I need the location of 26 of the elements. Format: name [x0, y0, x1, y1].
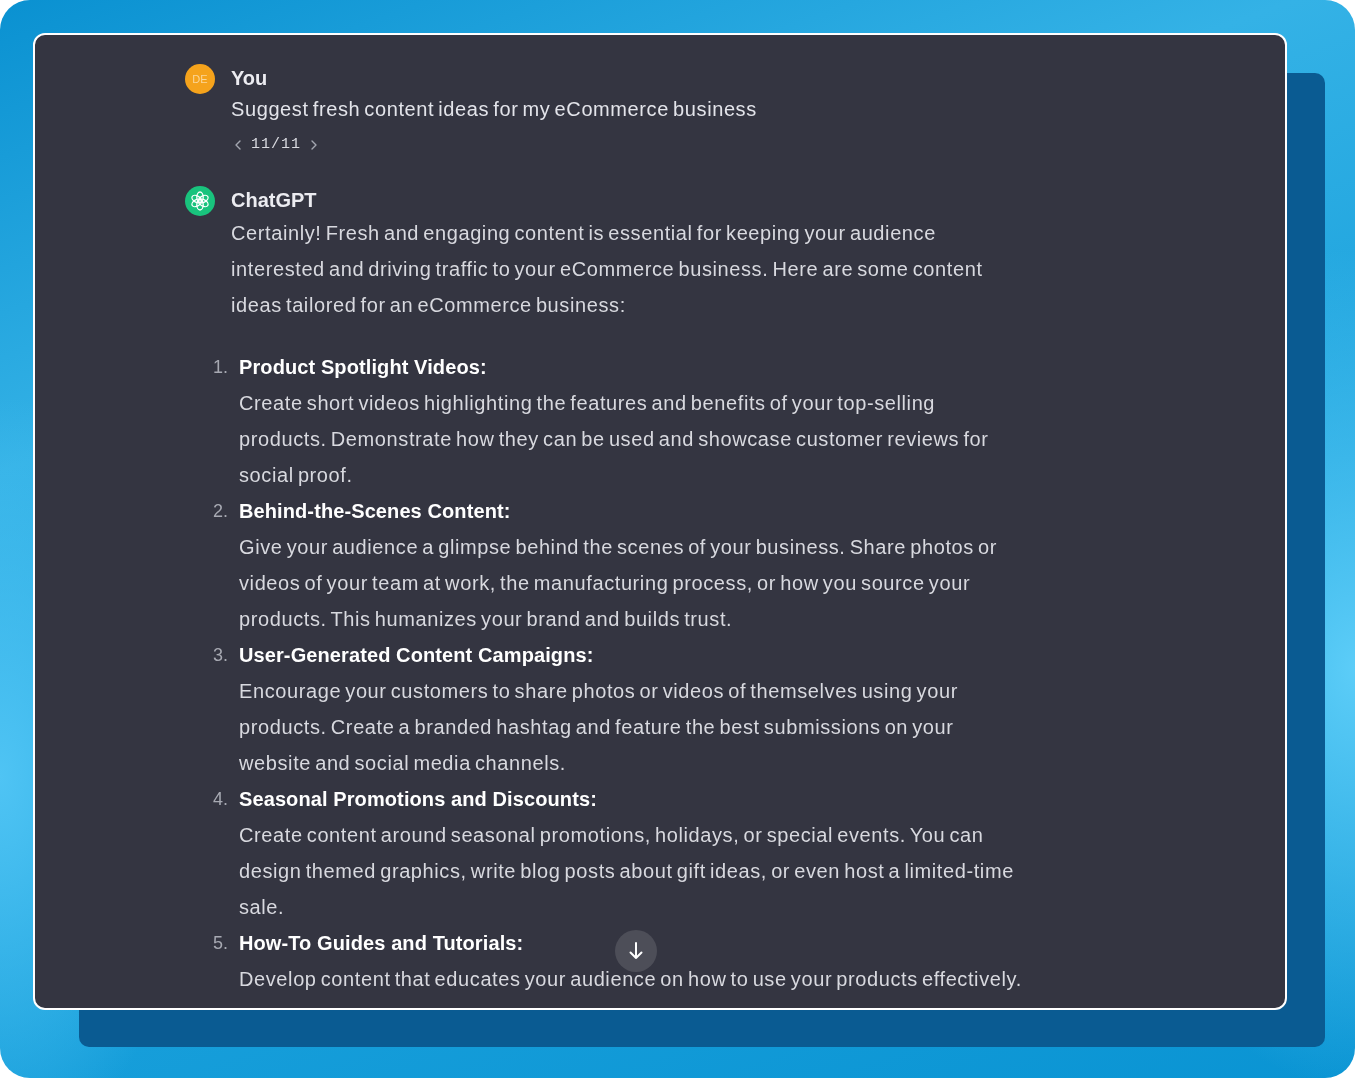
list-number: 2.: [212, 500, 229, 523]
response-paragraph: Certainly! Fresh and engaging content is essential for keeping your audience interested and driving traffic to your eCommerce business. Here are some content ideas tailored for an eCommerce business:: [231, 221, 984, 318]
list-number: 5.: [212, 932, 229, 955]
idea-title: Behind-the-Scenes Content:: [239, 499, 511, 524]
page-counter: 11/11: [251, 136, 301, 154]
scroll-down-button[interactable]: [615, 930, 657, 972]
chevron-left-icon: [235, 140, 241, 150]
arrow-down-icon: [629, 942, 643, 960]
idea-description: Give your audience a glimpse behind the scenes of your business. Share photos or videos of your team at work, the manufacturing process, or how you source your products. This humanizes your brand and builds trust.: [239, 535, 998, 632]
bot-avatar-icon: [185, 186, 215, 216]
author-name: You: [231, 66, 268, 91]
idea-description: Create short videos highlighting the features and benefits of your top-selling products. Demonstrate how they can be used and showcase customer reviews for social proof.: [239, 391, 990, 488]
list-number: 3.: [212, 644, 229, 667]
author-name: ChatGPT: [231, 188, 317, 213]
idea-title: Seasonal Promotions and Discounts:: [239, 787, 597, 812]
list-number: 1.: [212, 356, 229, 379]
idea-title: Product Spotlight Videos:: [239, 355, 487, 380]
message-text: Suggest fresh content ideas for my eCommerce business: [231, 97, 757, 122]
idea-description: Encourage your customers to share photos or videos of themselves using your products. Create a branded hashtag and feature the best submissions on your website and social media channels.: [239, 679, 959, 776]
idea-title: How-To Guides and Tutorials:: [239, 931, 524, 956]
idea-title: User-Generated Content Campaigns:: [239, 643, 594, 668]
user-avatar: DE: [185, 64, 215, 94]
idea-description: Develop content that educates your audience on how to use your products effectively.: [239, 967, 1022, 992]
chevron-right-icon: [311, 140, 317, 150]
idea-description: Create content around seasonal promotions, holidays, or special events. You can design themed graphics, write blog posts about gift ideas, or even host a limited-time sale.: [239, 823, 1015, 920]
list-number: 4.: [212, 788, 229, 811]
